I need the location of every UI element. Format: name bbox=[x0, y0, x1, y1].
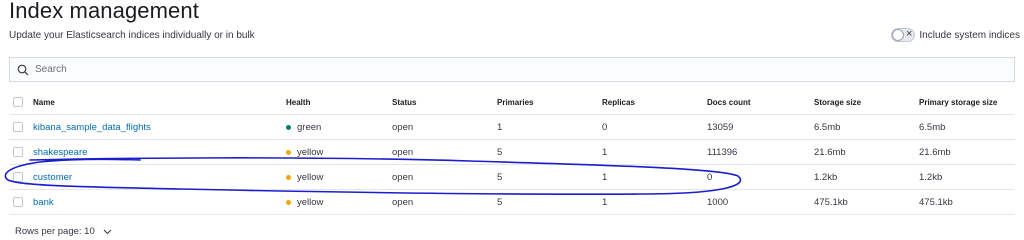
search-input[interactable] bbox=[35, 64, 935, 75]
chevron-down-icon bbox=[103, 229, 112, 234]
primaries-cell: 5 bbox=[497, 196, 503, 208]
index-name-link[interactable]: customer bbox=[33, 165, 72, 189]
rows-per-page-selector[interactable]: Rows per page: 10 bbox=[15, 226, 112, 237]
docs-count-cell: 1000 bbox=[707, 196, 729, 208]
docs-count-cell: 13059 bbox=[707, 121, 734, 133]
column-header-status[interactable]: Status bbox=[392, 90, 416, 114]
column-header-docs-count[interactable]: Docs count bbox=[707, 90, 751, 114]
storage-size-cell: 475.1kb bbox=[814, 196, 848, 208]
table-header-row: Name Health Status Primaries Replicas Do… bbox=[9, 90, 1015, 115]
toggle-knob bbox=[892, 29, 905, 41]
replicas-cell: 1 bbox=[602, 146, 608, 158]
status-cell: open bbox=[392, 121, 414, 133]
storage-size-cell: 1.2kb bbox=[814, 171, 838, 183]
row-checkbox[interactable] bbox=[13, 172, 23, 182]
replicas-cell: 1 bbox=[602, 171, 608, 183]
primary-storage-size-cell: 475.1kb bbox=[919, 196, 953, 208]
column-header-primary-storage-size[interactable]: Primary storage size bbox=[919, 90, 997, 114]
table-row: kibana_sample_data_flights green open 1 … bbox=[9, 115, 1015, 140]
docs-count-cell: 111396 bbox=[707, 146, 738, 158]
index-name-link[interactable]: bank bbox=[33, 190, 54, 214]
select-all-checkbox[interactable] bbox=[13, 97, 23, 107]
page-subtitle: Update your Elasticsearch indices indivi… bbox=[9, 30, 255, 41]
storage-size-cell: 21.6mb bbox=[814, 146, 846, 158]
health-dot-icon bbox=[286, 149, 291, 155]
status-cell: open bbox=[392, 171, 414, 183]
indices-table: Name Health Status Primaries Replicas Do… bbox=[9, 90, 1015, 215]
table-row: customer yellow open 5 1 0 1.2kb 1.2kb bbox=[9, 165, 1015, 190]
health-dot-icon bbox=[286, 199, 291, 205]
search-icon bbox=[17, 64, 29, 75]
health-label: yellow bbox=[297, 146, 324, 158]
primaries-cell: 5 bbox=[497, 171, 503, 183]
health-label: yellow bbox=[297, 171, 324, 183]
row-checkbox[interactable] bbox=[13, 197, 23, 207]
toggle-label: Include system indices bbox=[919, 29, 1020, 41]
index-name-link[interactable]: kibana_sample_data_flights bbox=[33, 115, 151, 139]
status-cell: open bbox=[392, 146, 414, 158]
table-row: shakespeare yellow open 5 1 111396 21.6m… bbox=[9, 140, 1015, 165]
primary-storage-size-cell: 21.6mb bbox=[919, 146, 951, 158]
row-checkbox[interactable] bbox=[13, 122, 23, 132]
health-label: green bbox=[297, 121, 322, 133]
replicas-cell: 0 bbox=[602, 121, 608, 133]
docs-count-cell: 0 bbox=[707, 171, 713, 183]
primaries-cell: 1 bbox=[497, 121, 503, 133]
column-header-name[interactable]: Name bbox=[33, 90, 55, 114]
health-dot-icon bbox=[286, 174, 291, 180]
table-row: bank yellow open 5 1 1000 475.1kb 475.1k… bbox=[9, 190, 1015, 215]
health-dot-icon bbox=[286, 124, 291, 130]
page-title: Index management bbox=[9, 0, 199, 23]
primaries-cell: 5 bbox=[497, 146, 503, 158]
column-header-primaries[interactable]: Primaries bbox=[497, 90, 533, 114]
replicas-cell: 1 bbox=[602, 196, 608, 208]
cross-icon: × bbox=[905, 28, 913, 40]
search-bar[interactable] bbox=[9, 57, 1015, 82]
primary-storage-size-cell: 1.2kb bbox=[919, 171, 943, 183]
health-label: yellow bbox=[297, 196, 324, 208]
primary-storage-size-cell: 6.5mb bbox=[919, 121, 946, 133]
row-checkbox[interactable] bbox=[13, 147, 23, 157]
include-system-indices-toggle[interactable]: × Include system indices bbox=[891, 28, 1020, 42]
toggle-switch[interactable]: × bbox=[891, 28, 916, 42]
rows-per-page-label: Rows per page: 10 bbox=[15, 226, 95, 237]
column-header-health[interactable]: Health bbox=[286, 90, 310, 114]
storage-size-cell: 6.5mb bbox=[814, 121, 841, 133]
status-cell: open bbox=[392, 196, 414, 208]
column-header-storage-size[interactable]: Storage size bbox=[814, 90, 861, 114]
index-name-link[interactable]: shakespeare bbox=[33, 140, 87, 164]
column-header-replicas[interactable]: Replicas bbox=[602, 90, 635, 114]
